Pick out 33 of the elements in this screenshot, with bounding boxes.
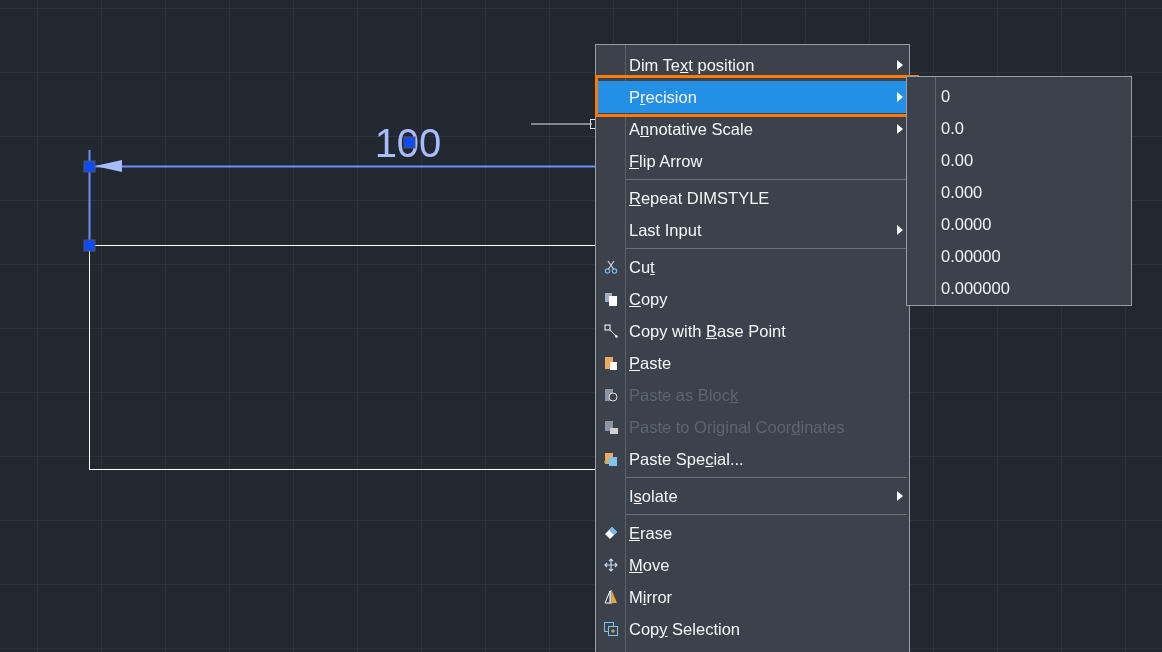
menu-item[interactable]: Move [626,549,907,581]
eraser-icon [604,526,618,540]
menu-item[interactable]: Paste Special... [626,443,907,475]
menu-item[interactable]: 0.0 [941,112,964,144]
menu-item[interactable]: Repeat DIMSTYLE [626,182,907,214]
menu-item[interactable]: Flip Arrow [626,145,907,177]
copy-selection-icon [604,622,618,636]
menu-item[interactable]: Erase [626,517,907,549]
menu-item[interactable]: Copy with Base Point [626,315,907,347]
move-icon [604,558,618,572]
menu-item[interactable]: 0.0000 [941,208,992,240]
menu-item[interactable]: Copy Selection [626,613,907,645]
menu-item[interactable]: 0.00000 [941,240,1001,272]
menu-item[interactable]: 0.000 [941,176,983,208]
paste-block-icon [604,388,618,402]
menu-item[interactable]: Isolate [626,480,907,512]
menu-item[interactable]: Mirror [626,581,907,613]
scissors-icon [604,260,618,274]
paste-icon [604,356,618,370]
paste-special-icon [604,452,618,466]
paste-coordinates-icon [604,420,618,434]
menu-item[interactable]: Paste [626,347,907,379]
menu-item[interactable]: 0.00 [941,144,974,176]
menu-item[interactable]: 0 [941,80,951,112]
copy-icon [604,292,618,306]
base-point-icon [604,324,618,338]
menu-item[interactable]: 0.000000 [941,272,1010,304]
menu-item[interactable]: Dim Text position [626,49,907,81]
mirror-icon [604,590,618,604]
menu-item[interactable]: Annotative Scale [626,113,907,145]
menu-item[interactable]: Cut [626,251,907,283]
menu-item[interactable]: Last Input [626,214,907,246]
menu-item[interactable]: Copy [626,283,907,315]
